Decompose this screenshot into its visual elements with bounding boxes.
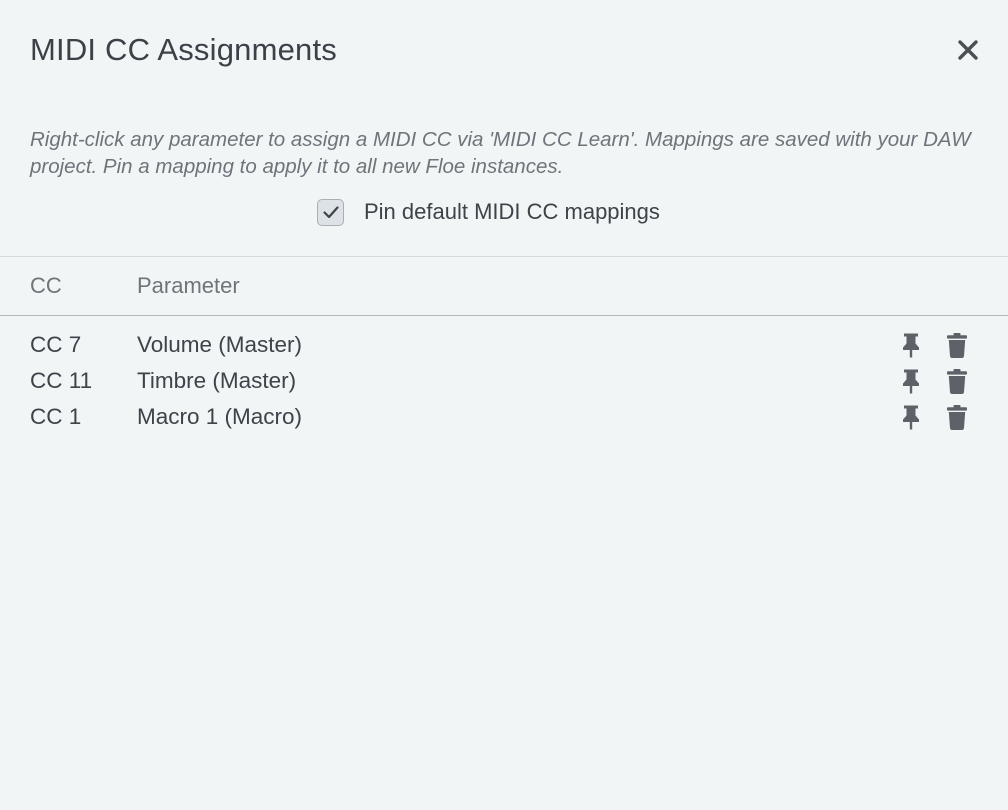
- midi-cc-dialog: MIDI CC Assignments Right-click any para…: [0, 0, 1008, 810]
- column-header-parameter: Parameter: [137, 273, 240, 298]
- parameter-name: Macro 1 (Macro): [137, 404, 303, 429]
- pin-mapping-button[interactable]: [898, 403, 924, 431]
- trash-icon: [947, 405, 967, 431]
- cc-number: CC 7: [30, 332, 82, 357]
- table-row: CC 1 Macro 1 (Macro): [0, 402, 1008, 438]
- header-divider: [0, 315, 1008, 316]
- checkmark-icon: [322, 206, 339, 219]
- dialog-title: MIDI CC Assignments: [30, 32, 337, 67]
- delete-mapping-button[interactable]: [944, 403, 970, 431]
- pin-mapping-button[interactable]: [898, 331, 924, 359]
- parameter-name: Volume (Master): [137, 332, 303, 357]
- trash-icon: [947, 333, 967, 359]
- close-button[interactable]: [952, 34, 984, 66]
- table-row: CC 11 Timbre (Master): [0, 366, 1008, 402]
- cc-number: CC 1: [30, 404, 82, 429]
- column-header-cc: CC: [30, 273, 62, 298]
- pin-mapping-button[interactable]: [898, 367, 924, 395]
- pin-icon: [903, 369, 919, 394]
- pin-default-label: Pin default MIDI CC mappings: [364, 199, 660, 224]
- close-icon: [958, 40, 978, 60]
- pin-icon: [903, 333, 919, 358]
- dialog-description: Right-click any parameter to assign a MI…: [30, 128, 971, 178]
- divider: [0, 256, 1008, 257]
- pin-icon: [903, 405, 919, 430]
- parameter-name: Timbre (Master): [137, 368, 297, 393]
- pin-default-toggle[interactable]: Pin default MIDI CC mappings: [317, 197, 660, 227]
- cc-number: CC 11: [30, 368, 93, 393]
- delete-mapping-button[interactable]: [944, 331, 970, 359]
- pin-default-checkbox[interactable]: [317, 198, 344, 226]
- trash-icon: [947, 369, 967, 395]
- delete-mapping-button[interactable]: [944, 367, 970, 395]
- table-row: CC 7 Volume (Master): [0, 330, 1008, 366]
